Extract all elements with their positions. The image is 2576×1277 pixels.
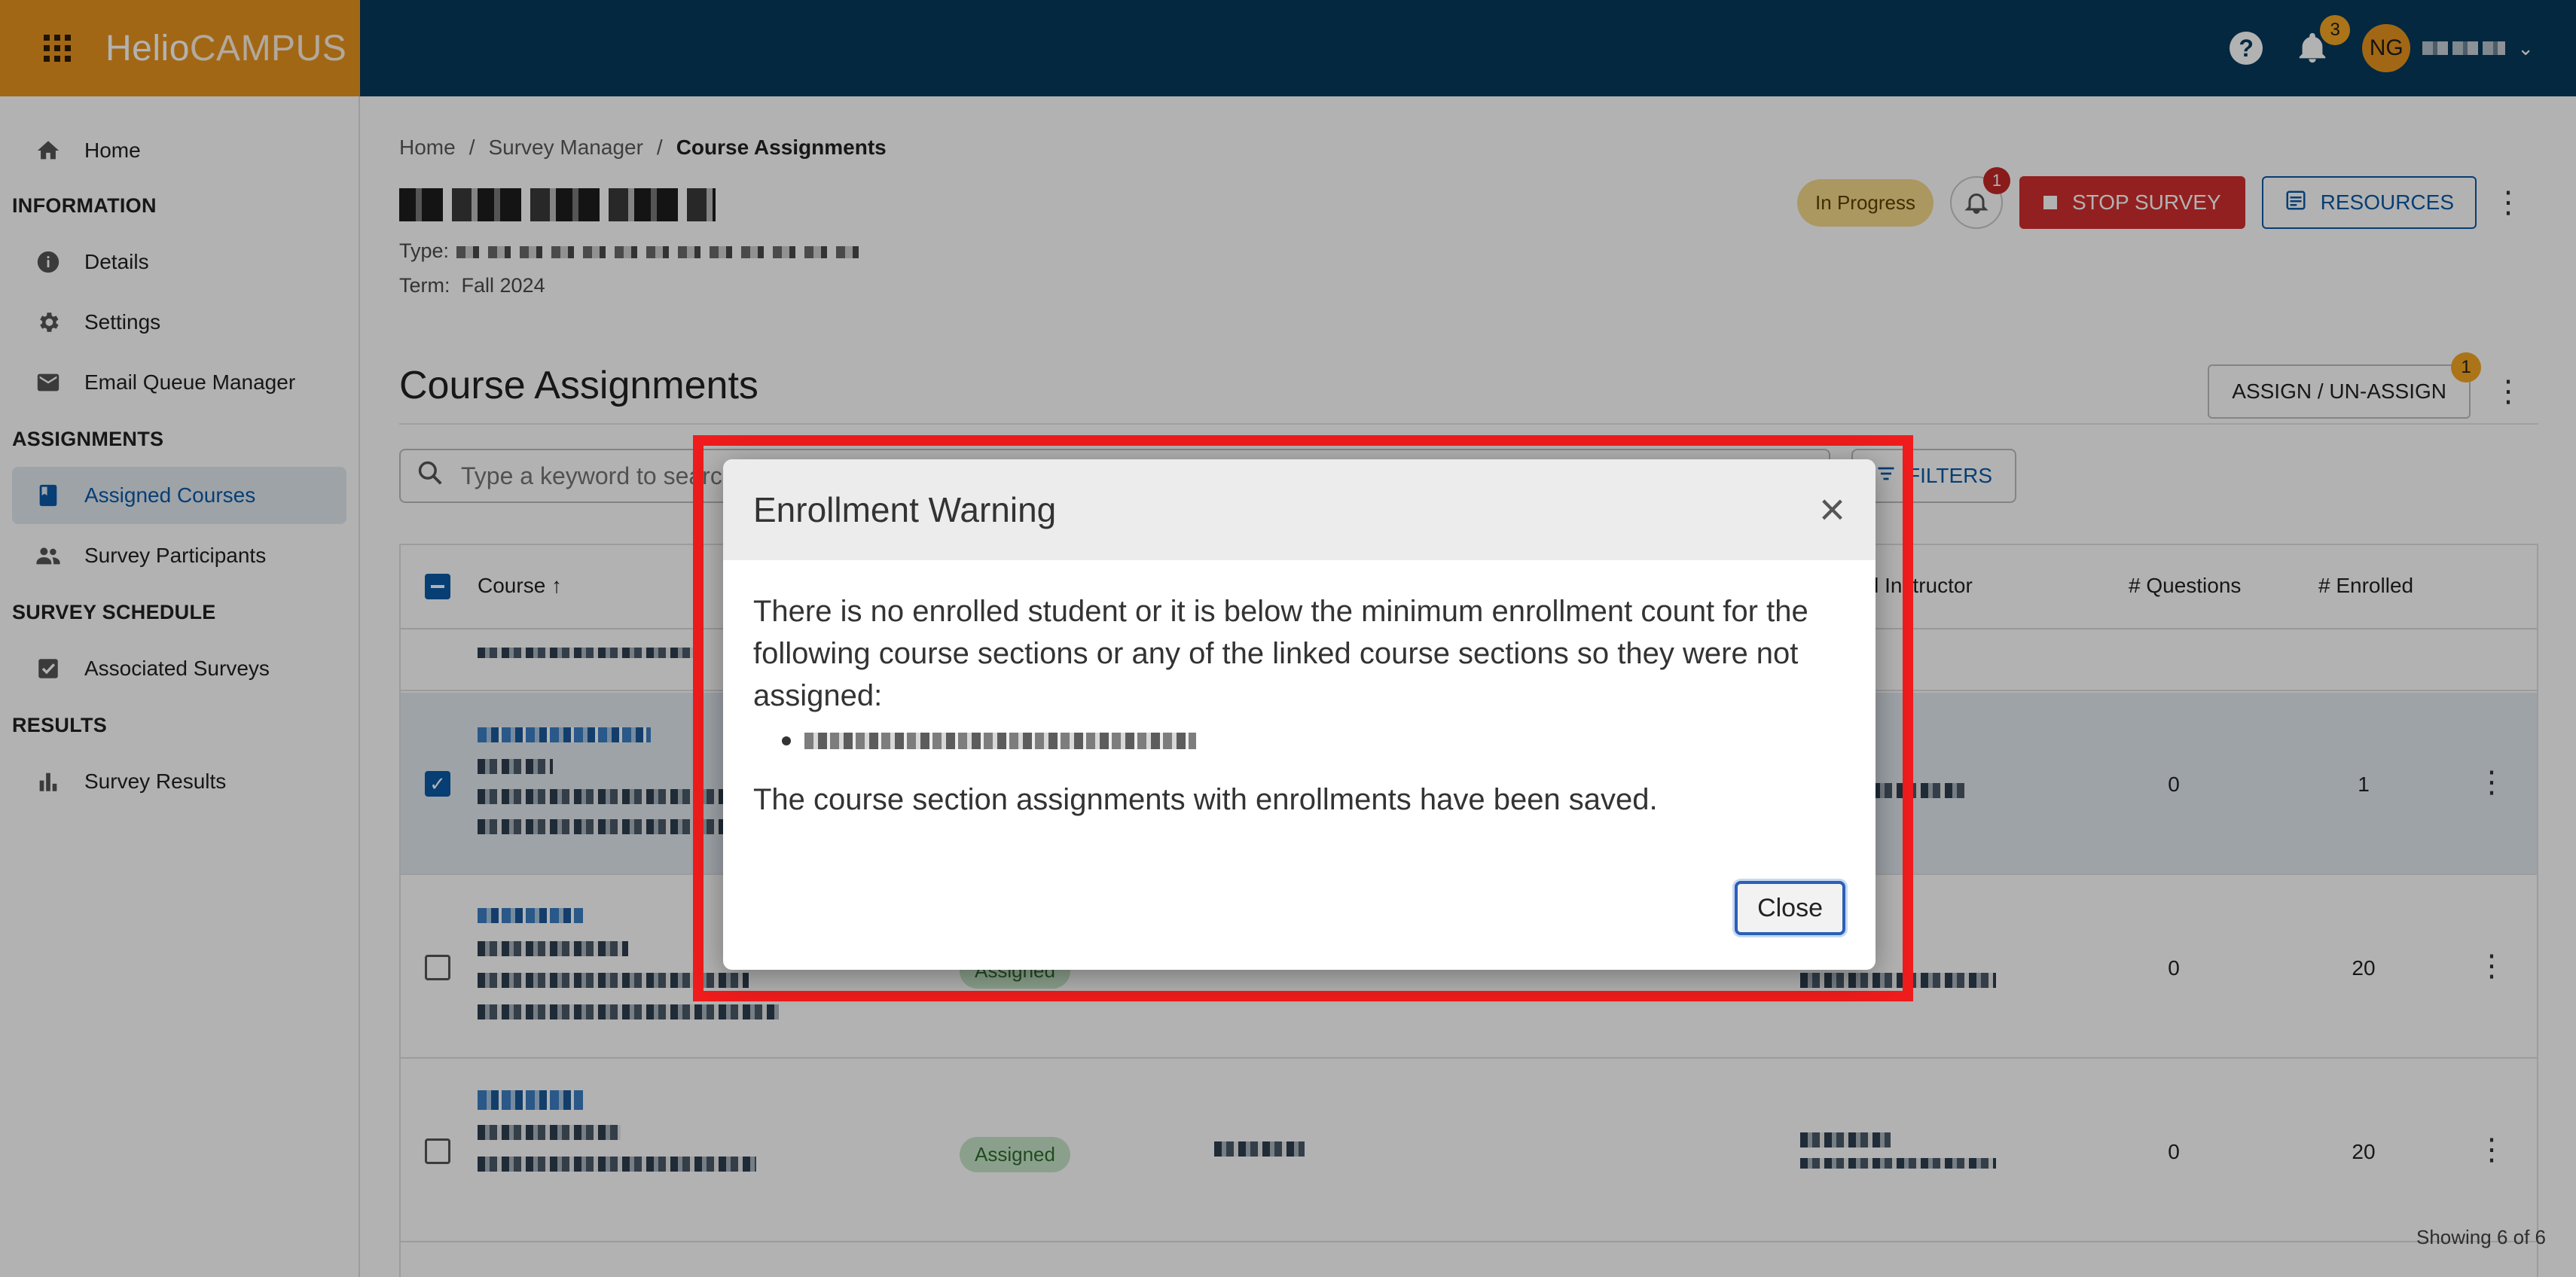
close-button[interactable]: Close [1735,881,1845,935]
list-item [804,718,1845,760]
close-icon[interactable]: × [1819,487,1845,532]
dialog-message: There is no enrolled student or it is be… [753,595,1808,712]
dialog-footer: Close [1735,881,1845,935]
dialog-header: Enrollment Warning × [723,459,1876,560]
dialog-saved-message: The course section assignments with enro… [753,783,1658,816]
unassigned-sections-list [804,718,1845,760]
dialog-body: There is no enrolled student or it is be… [723,560,1876,821]
enrollment-warning-dialog: Enrollment Warning × There is no enrolle… [723,459,1876,970]
section-name-redacted [804,733,1196,750]
dialog-title: Enrollment Warning [753,490,1057,529]
